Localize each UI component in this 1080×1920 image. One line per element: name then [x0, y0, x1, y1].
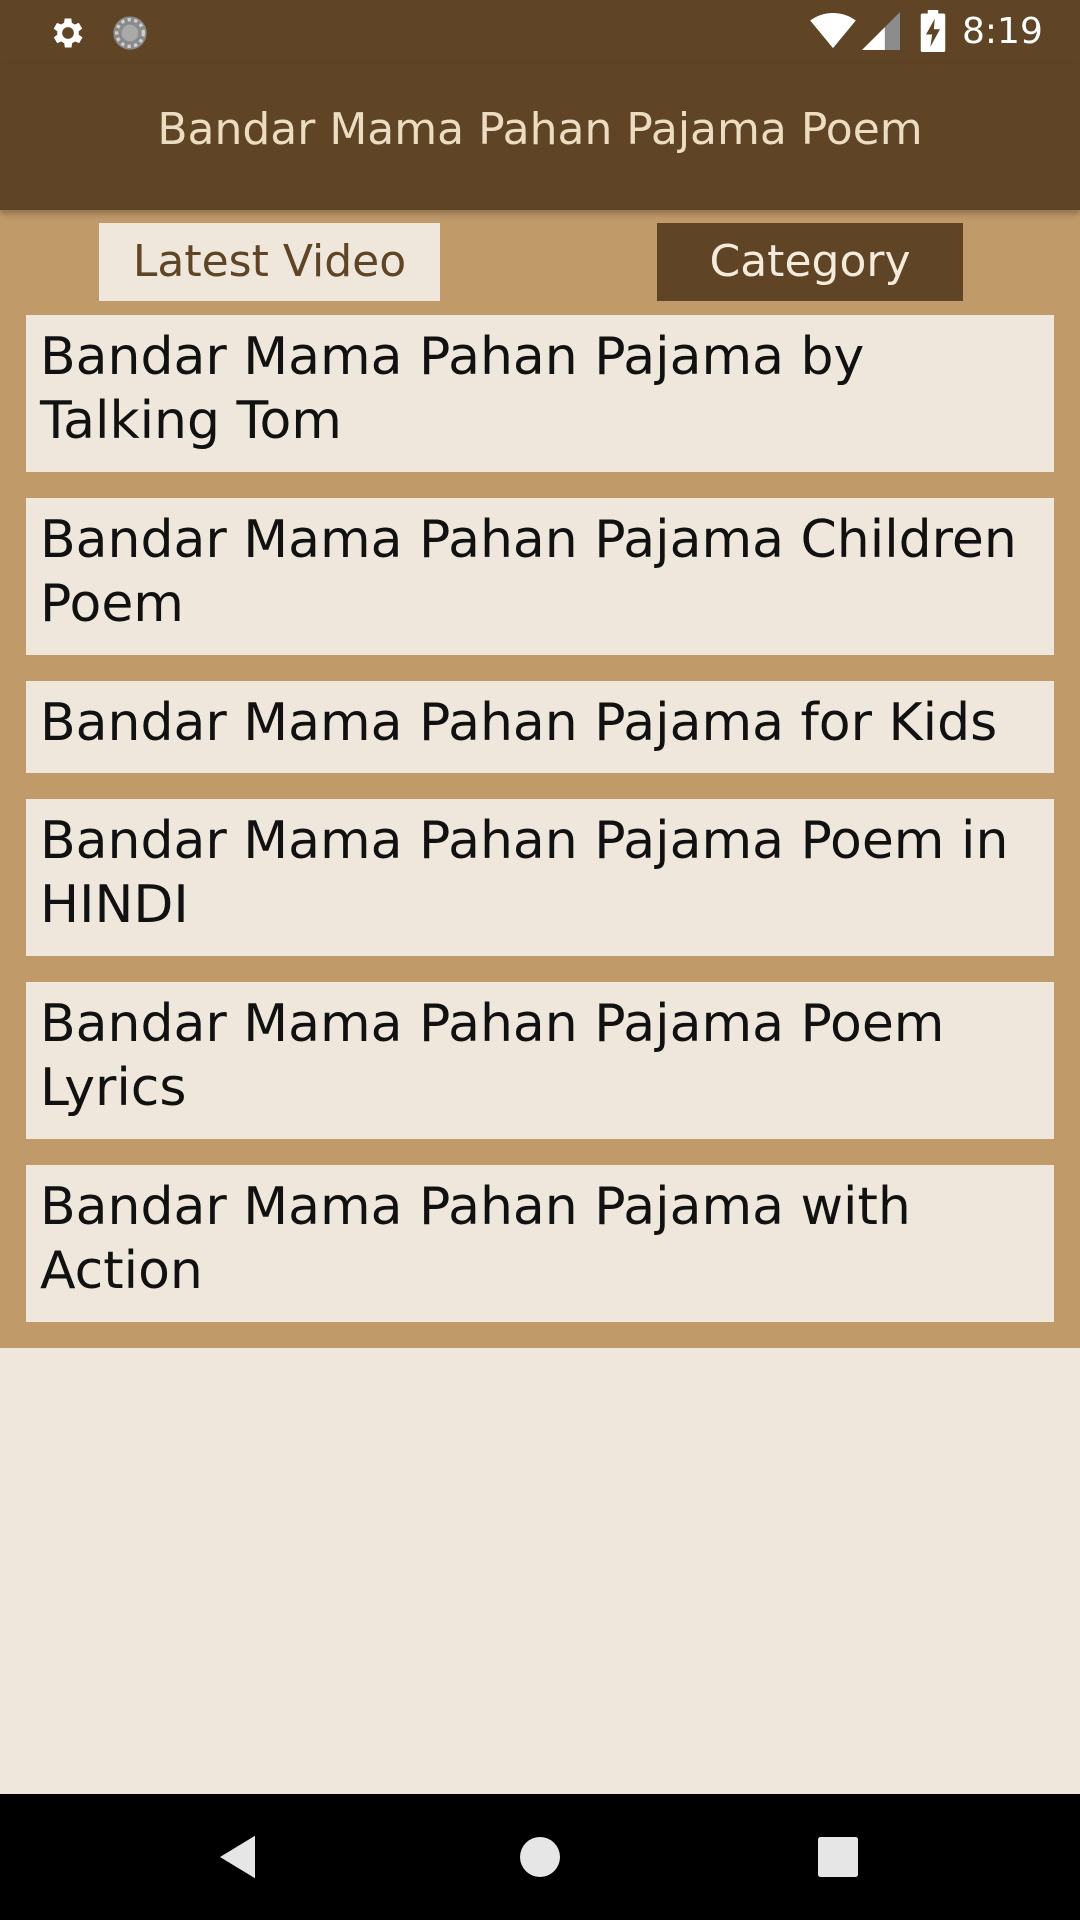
app-bar: Bandar Mama Pahan Pajama Poem: [0, 64, 1080, 210]
list-item[interactable]: Bandar Mama Pahan Pajama Poem Lyrics: [26, 982, 1054, 1139]
list-item[interactable]: Bandar Mama Pahan Pajama Children Poem: [26, 498, 1054, 655]
list-item[interactable]: Bandar Mama Pahan Pajama for Kids: [26, 681, 1054, 773]
status-clock: 8:19: [962, 11, 1043, 52]
list-item[interactable]: Bandar Mama Pahan Pajama by Talking Tom: [26, 315, 1054, 472]
home-icon[interactable]: [510, 1827, 570, 1887]
list-item[interactable]: Bandar Mama Pahan Pajama with Action: [26, 1165, 1054, 1322]
tab-latest-video[interactable]: Latest Video: [99, 223, 440, 301]
gear-icon: [53, 18, 83, 48]
status-bar: 8:19: [0, 0, 1080, 64]
app-title: Bandar Mama Pahan Pajama Poem: [157, 104, 923, 155]
recents-icon[interactable]: [808, 1827, 868, 1887]
wifi-icon: [810, 12, 856, 49]
tab-category[interactable]: Category: [657, 223, 963, 301]
battery-charging-icon: [920, 10, 946, 52]
back-icon[interactable]: [210, 1827, 270, 1887]
navigation-bar: [0, 1794, 1080, 1920]
content-panel: Latest Video Category Bandar Mama Pahan …: [0, 210, 1080, 1348]
signal-icon: [862, 12, 900, 50]
list-item[interactable]: Bandar Mama Pahan Pajama Poem in HINDI: [26, 799, 1054, 956]
sync-icon: [113, 16, 147, 50]
